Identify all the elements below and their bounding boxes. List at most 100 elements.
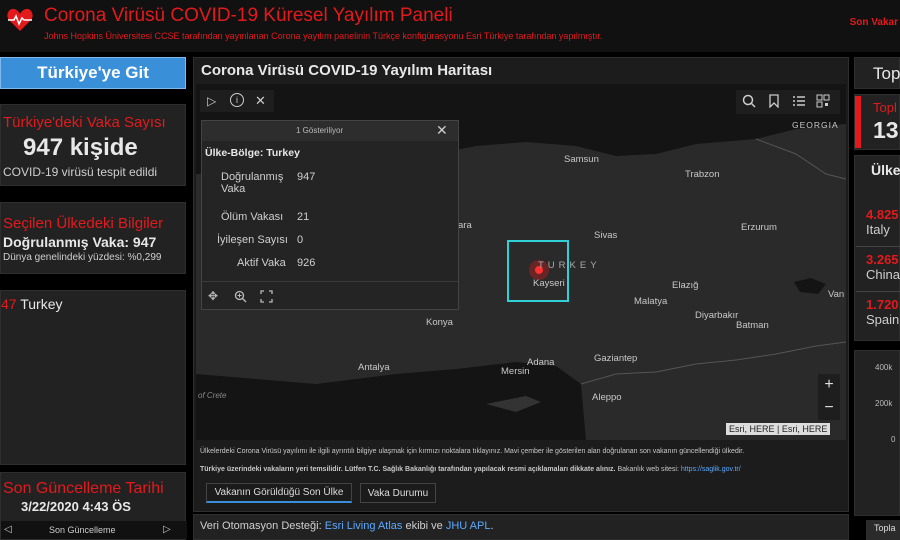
map-right-toolbar [736, 90, 840, 114]
data-credit-prefix: Veri Otomasyon Desteği: [200, 520, 325, 532]
popup-row-confirmed-label: Doğrulanmış Vaka [221, 171, 283, 195]
right-total-value: 13 [873, 117, 899, 143]
map-label-city: Kayseri [533, 278, 565, 289]
map-label-city: Malatya [634, 296, 668, 307]
list-item-name: Italy [866, 222, 890, 237]
tab-case-status[interactable]: Vaka Durumu [360, 483, 436, 503]
list-item[interactable]: 1.720 Spain [866, 297, 899, 327]
right-total-panel: Topl 13 [854, 94, 900, 150]
pan-icon[interactable]: ✥ [208, 289, 218, 303]
axis-tick-label: 400k [875, 363, 893, 372]
last-updated-panel: Son Güncelleme Tarihi 3/22/2020 4:43 ÖS … [0, 472, 187, 540]
data-credit-text: Veri Otomasyon Desteği: Esri Living Atla… [200, 520, 494, 532]
selected-confirmed-cases: Doğrulanmış Vaka: 947 [3, 234, 157, 250]
last-updated-title: Son Güncelleme Tarihi [3, 480, 164, 497]
map-label-georgia: GEORGIA [792, 120, 839, 130]
map-label-city: Elazığ [672, 280, 699, 291]
right-total-accent [855, 96, 861, 148]
data-credit-middle: ekibi ve [402, 520, 446, 532]
tab-last-case-country[interactable]: Vakanın Görüldüğü Son Ülke [206, 483, 352, 503]
popup-actions: ✥ [202, 281, 458, 309]
popup-row-label: İyileşen Sayısı [217, 234, 288, 246]
right-bottom-tab[interactable]: Topla [866, 520, 900, 540]
map-left-toolbar: ▷ i ✕ [200, 90, 274, 112]
selected-world-share: Dünya genelindeki yüzdesi: %0,299 [3, 252, 162, 263]
right-total-label: Topl [873, 100, 897, 115]
map-footer-note: Ülkelerdeki Corona Virüsü yayılımı ile i… [200, 448, 745, 455]
prev-arrow-icon[interactable]: ◁ [4, 524, 12, 535]
map-label-city: Diyarbakır [695, 310, 739, 321]
ministry-link[interactable]: https://saglik.gov.tr/ [681, 466, 741, 473]
list-item-name: China [866, 267, 900, 282]
info-icon[interactable]: i [230, 93, 244, 107]
selected-country-panel: Seçilen Ülkedeki Bilgiler Doğrulanmış Va… [0, 202, 186, 274]
zoom-in-button[interactable]: + [818, 374, 840, 396]
list-divider [856, 246, 900, 247]
page-title: Corona Virüsü COVID-19 Küresel Yayılım P… [44, 5, 453, 26]
bookmark-icon[interactable] [768, 94, 780, 108]
list-item[interactable]: 47 Turkey [1, 296, 63, 312]
esri-living-atlas-link[interactable]: Esri Living Atlas [325, 520, 403, 532]
list-item-value: 4.825 [866, 207, 899, 222]
popup-row-label-cont: Vaka [221, 183, 246, 195]
data-credit-suffix: . [490, 520, 494, 532]
map-label-city: Antalya [358, 362, 390, 373]
turkey-cases-value: 947 kişide [23, 134, 138, 161]
right-chart-panel: 400k 200k 0 [854, 350, 900, 516]
map-footer-warning-tail: Bakanlık web sitesi: [615, 466, 681, 473]
go-to-turkey-button[interactable]: Türkiye'ye Git [0, 57, 186, 89]
axis-tick-label: 200k [875, 399, 893, 408]
next-arrow-icon[interactable]: ▷ [163, 524, 171, 535]
popup-row-label: Aktif Vaka [237, 257, 286, 269]
fullscreen-icon[interactable] [260, 290, 273, 303]
popup-header-count: 1 Gösteriliyor [296, 126, 344, 135]
popup-close-icon[interactable]: ✕ [436, 122, 448, 139]
popup-row-value: 926 [297, 257, 316, 269]
map-label-city: Sivas [594, 230, 618, 241]
heart-pulse-logo-icon [7, 8, 33, 32]
header-bar: Corona Virüsü COVID-19 Küresel Yayılım P… [0, 0, 900, 52]
close-icon[interactable]: ✕ [255, 93, 266, 109]
map-footer-warning: Türkiye üzerindeki vakaların yeri temsil… [200, 465, 840, 475]
map-label-city: Batman [736, 320, 769, 331]
play-icon[interactable]: ▷ [207, 94, 216, 108]
popup-row-value: 21 [297, 211, 310, 223]
popup-row-value: 947 [297, 171, 316, 183]
list-item-count: 47 [1, 296, 17, 312]
qr-code-icon[interactable] [816, 94, 830, 108]
list-item[interactable]: 4.825 Italy [866, 207, 899, 237]
page-subtitle: Johns Hopkins Üniversitesi CCSE tarafınd… [44, 31, 603, 41]
map-label-city: Adana [527, 357, 555, 368]
last-updated-nav-label: Son Güncelleme [49, 525, 116, 535]
header-last-case-label: Son Vakar [849, 17, 898, 28]
list-item-value: 3.265 [866, 252, 899, 267]
map-label-sea: of Crete [198, 391, 227, 400]
popup-row-label: Ölüm Vakası [221, 211, 284, 223]
right-top-text: Top [873, 64, 900, 83]
last-updated-nav: ◁ Son Güncelleme ▷ [1, 521, 187, 539]
axis-tick-label: 0 [891, 435, 896, 444]
list-divider [856, 291, 900, 292]
data-credit-bar: Veri Otomasyon Desteği: Esri Living Atla… [193, 514, 849, 540]
popup-row-value: 0 [297, 234, 304, 246]
jhu-apl-link[interactable]: JHU APL [446, 520, 491, 532]
last-updated-value: 3/22/2020 4:43 ÖS [21, 499, 131, 514]
map-label-city: Mersin [501, 366, 530, 377]
map-label-country: TURKEY [538, 260, 601, 271]
map-label-city: Samsun [564, 154, 599, 165]
map-label-city: Gaziantep [594, 353, 638, 364]
country-list-panel[interactable]: 47 Turkey [0, 290, 186, 465]
map-label-city: Aleppo [592, 392, 622, 403]
zoom-to-icon[interactable] [234, 290, 247, 303]
layer-list-icon[interactable] [792, 94, 806, 108]
map-label-city: Erzurum [741, 222, 777, 233]
list-item[interactable]: 3.265 China [866, 252, 900, 282]
map-label-city: Konya [426, 317, 453, 328]
map-attribution[interactable]: Esri, HERE | Esri, HERE [726, 423, 831, 435]
turkey-cases-title: Türkiye'deki Vaka Sayısı [3, 114, 166, 131]
search-icon[interactable] [742, 94, 756, 108]
zoom-out-button[interactable]: − [818, 397, 840, 419]
turkey-cases-subtext: COVID-19 virüsü tespit edildi [3, 165, 158, 179]
right-top-panel: Top [854, 57, 900, 89]
map-label-city: Van [828, 289, 845, 300]
